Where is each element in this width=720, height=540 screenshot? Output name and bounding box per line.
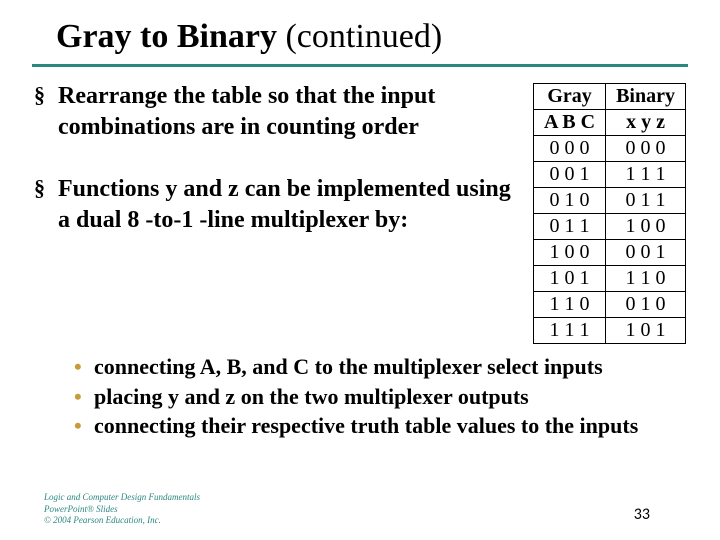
title-main: Gray to Binary [56, 18, 277, 55]
cell-gray: 0 1 0 [533, 188, 605, 214]
cell-binary: 1 1 1 [606, 162, 686, 188]
title-rule [32, 64, 688, 67]
cell-gray: 1 1 0 [533, 292, 605, 318]
cell-binary: 1 0 0 [606, 214, 686, 240]
slide-title: Gray to Binary (continued) [0, 0, 720, 62]
table-row: 1 1 00 1 0 [533, 292, 685, 318]
two-column-row: Rearrange the table so that the input co… [34, 81, 686, 344]
slide: Gray to Binary (continued) Rearrange the… [0, 0, 720, 540]
table-row: 0 0 11 1 1 [533, 162, 685, 188]
left-column: Rearrange the table so that the input co… [34, 81, 515, 268]
cell-binary: 0 1 1 [606, 188, 686, 214]
cell-binary: 0 0 1 [606, 240, 686, 266]
slide-body: Rearrange the table so that the input co… [0, 77, 720, 441]
th-abc: A B C [533, 110, 605, 136]
footer-line-1: Logic and Computer Design Fundamentals [44, 492, 200, 503]
table-header-row-2: A B C x y z [533, 110, 685, 136]
cell-gray: 1 1 1 [533, 318, 605, 344]
cell-binary: 1 1 0 [606, 266, 686, 292]
cell-gray: 0 1 1 [533, 214, 605, 240]
cell-binary: 0 1 0 [606, 292, 686, 318]
footer-line-3: © 2004 Pearson Education, Inc. [44, 515, 200, 526]
table-row: 1 1 11 0 1 [533, 318, 685, 344]
cell-gray: 1 0 0 [533, 240, 605, 266]
cell-gray: 0 0 1 [533, 162, 605, 188]
bullet-1: Rearrange the table so that the input co… [34, 81, 515, 142]
sub-bullet-1: connecting A, B, and C to the multiplexe… [74, 352, 686, 382]
th-binary: Binary [606, 84, 686, 110]
bullet-list: Rearrange the table so that the input co… [34, 81, 515, 236]
table-row: 1 0 00 0 1 [533, 240, 685, 266]
cell-gray: 1 0 1 [533, 266, 605, 292]
sub-bullet-list: connecting A, B, and C to the multiplexe… [74, 352, 686, 441]
th-xyz: x y z [606, 110, 686, 136]
page-number: 33 [634, 505, 650, 524]
footer-attribution: Logic and Computer Design Fundamentals P… [44, 492, 200, 526]
bullet-2: Functions y and z can be implemented usi… [34, 174, 515, 235]
table-row: 0 0 00 0 0 [533, 136, 685, 162]
cell-binary: 1 0 1 [606, 318, 686, 344]
table-row: 0 1 11 0 0 [533, 214, 685, 240]
sub-bullet-3: connecting their respective truth table … [74, 411, 686, 441]
cell-binary: 0 0 0 [606, 136, 686, 162]
cell-gray: 0 0 0 [533, 136, 605, 162]
table-row: 0 1 00 1 1 [533, 188, 685, 214]
th-gray: Gray [533, 84, 605, 110]
table-header-row-1: Gray Binary [533, 84, 685, 110]
footer-line-2: PowerPoint® Slides [44, 504, 200, 515]
gray-binary-table: Gray Binary A B C x y z 0 0 00 0 0 0 0 1… [533, 83, 686, 344]
table-row: 1 0 11 1 0 [533, 266, 685, 292]
sub-bullet-2: placing y and z on the two multiplexer o… [74, 382, 686, 412]
title-continued: (continued) [277, 18, 442, 55]
